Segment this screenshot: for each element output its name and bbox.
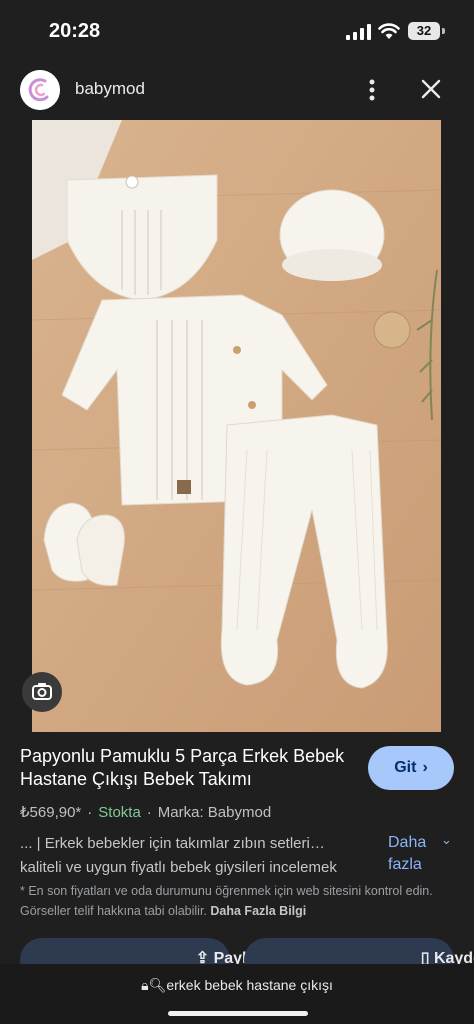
save-button-content: ▯ Kaydet bbox=[349, 948, 474, 964]
save-button[interactable]: ▯ Kaydet bbox=[244, 938, 474, 964]
visit-site-button[interactable]: Git › bbox=[368, 746, 454, 790]
chevron-down-icon[interactable]: ⌄ bbox=[441, 832, 452, 848]
bookmark-icon: ▯ bbox=[420, 950, 434, 964]
more-options-icon[interactable] bbox=[360, 76, 384, 104]
search-icon: 🔍︎ bbox=[148, 977, 167, 993]
learn-more-link[interactable]: Daha Fazla Bilgi bbox=[210, 904, 306, 918]
url-display[interactable]: 🔒︎🔍︎erkek bebek hastane çıkışı bbox=[0, 977, 474, 994]
babymod-logo-icon bbox=[20, 70, 60, 110]
status-bar: 20:28 32 bbox=[0, 0, 474, 62]
description-line: kaliteli ve uygun fiyatlı bebek giysiler… bbox=[20, 859, 337, 876]
share-icon: ⇪ bbox=[195, 950, 214, 964]
save-label: Kaydet bbox=[433, 950, 474, 964]
battery-indicator: 32 bbox=[408, 22, 440, 40]
product-title[interactable]: Papyonlu Pamuklu 5 Parça Erkek Bebek Has… bbox=[20, 745, 360, 791]
product-brand: Marka: Babymod bbox=[157, 804, 272, 821]
home-indicator[interactable] bbox=[168, 1011, 308, 1016]
cellular-signal-icon bbox=[346, 24, 371, 40]
battery-level: 32 bbox=[416, 23, 432, 38]
separator-dot: · bbox=[146, 804, 152, 821]
lens-search-button[interactable] bbox=[22, 672, 62, 712]
more-link[interactable]: Daha fazla bbox=[388, 832, 448, 876]
lens-icon bbox=[32, 683, 52, 700]
description-line: ... | Erkek bebekler için takımlar zıbın… bbox=[20, 835, 325, 852]
lock-icon: 🔒︎ bbox=[141, 977, 149, 993]
action-bar: ⇪ Paylaş ▯ Kaydet bbox=[0, 936, 474, 964]
close-icon[interactable] bbox=[418, 76, 444, 102]
url-text: erkek bebek hastane çıkışı bbox=[166, 977, 333, 993]
separator-dot: · bbox=[87, 804, 93, 821]
visit-site-label: Git bbox=[394, 759, 417, 776]
stock-status: Stokta bbox=[98, 804, 141, 821]
hat-image bbox=[279, 189, 385, 281]
product-description: ... | Erkek bebekler için takımlar zıbın… bbox=[20, 832, 382, 880]
share-button[interactable]: ⇪ Paylaş bbox=[20, 938, 264, 964]
site-logo[interactable] bbox=[20, 70, 60, 110]
product-meta: ₺569,90* · Stokta · Marka: Babymod bbox=[20, 803, 271, 821]
chevron-right-icon: › bbox=[422, 759, 428, 776]
product-image[interactable] bbox=[32, 120, 441, 732]
wifi-icon bbox=[378, 23, 400, 39]
image-viewer bbox=[0, 120, 474, 732]
result-header: babymod bbox=[0, 62, 474, 118]
copyright-notice: * En son fiyatları ve oda durumunu öğren… bbox=[20, 881, 460, 921]
status-time: 20:28 bbox=[49, 20, 101, 42]
product-price: ₺569,90* bbox=[20, 804, 82, 821]
site-name[interactable]: babymod bbox=[75, 79, 145, 99]
battery-tip bbox=[442, 28, 445, 34]
